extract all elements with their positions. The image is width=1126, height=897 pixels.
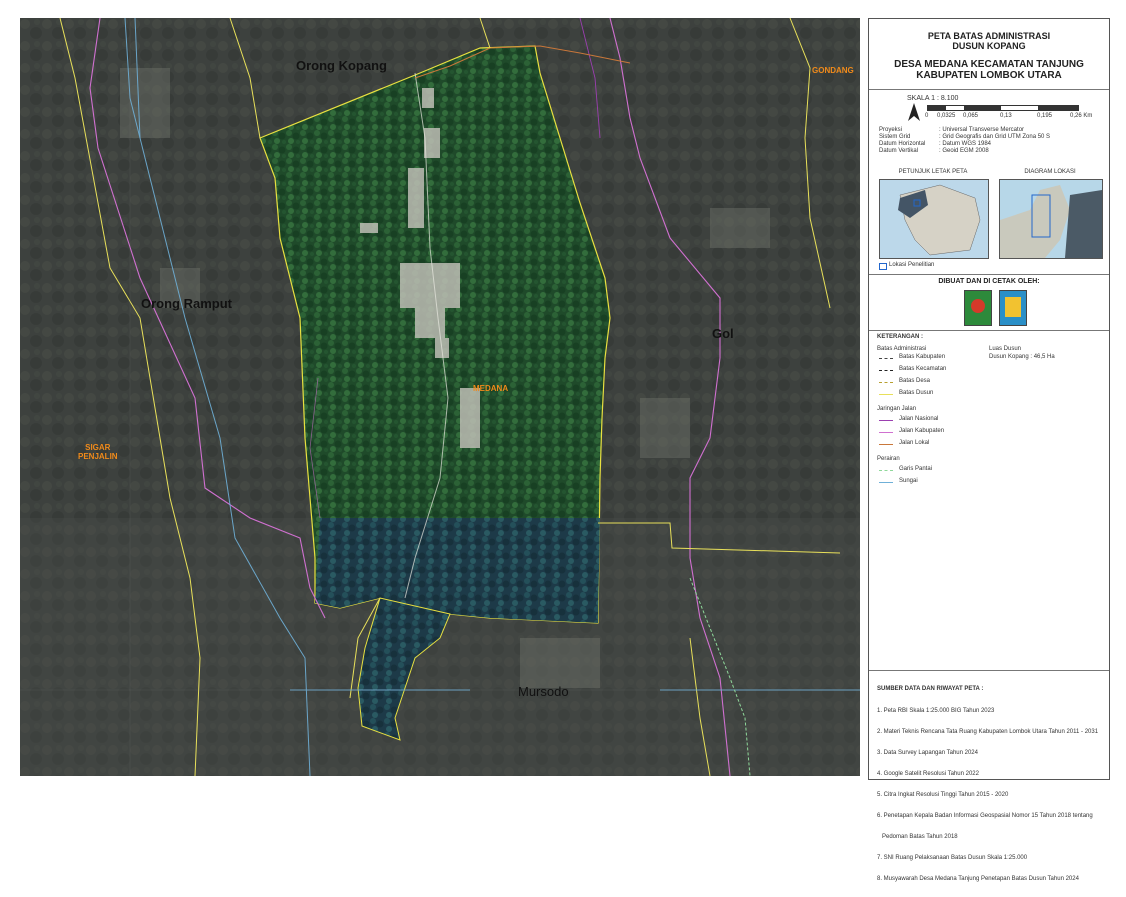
scale-block: SKALA 1 : 8.100 0 0,0325 0,065 0,13 0,19… bbox=[869, 89, 1109, 275]
legend-road-header: Jaringan Jalan bbox=[877, 406, 917, 412]
legend-area-header: Luas Dusun bbox=[989, 346, 1022, 352]
legend-water-header: Perairan bbox=[877, 456, 900, 462]
kabupaten-logo-icon bbox=[964, 290, 992, 326]
label-orong-ramput: Orong Ramput bbox=[141, 296, 232, 311]
credits-block: DIBUAT DAN DI CETAK OLEH: bbox=[869, 274, 1109, 331]
legend-admin-header: Batas Administrasi bbox=[877, 346, 927, 352]
inset-map-left bbox=[879, 179, 989, 259]
scale-ticks: 0 0,0325 0,065 0,13 0,195 0,26 Km bbox=[925, 113, 1093, 119]
projection-info: Proyeksi: Universal Transverse Mercator … bbox=[879, 127, 1051, 154]
label-sigar-penjalin: SIGAR PENJALIN bbox=[78, 443, 118, 461]
inset-map-right bbox=[999, 179, 1103, 259]
map-subtitle-line2: KABUPATEN LOMBOK UTARA bbox=[916, 70, 1062, 81]
inset-legend-swatch bbox=[879, 263, 887, 270]
label-orong-kopang: Orong Kopang bbox=[296, 58, 387, 73]
label-medana: MEDANA bbox=[473, 384, 509, 393]
scale-bar bbox=[927, 105, 1079, 111]
made-by-label: DIBUAT DAN DI CETAK OLEH: bbox=[938, 278, 1040, 285]
scale-text: SKALA 1 : 8.100 bbox=[907, 95, 959, 102]
institution-logo-icon bbox=[999, 290, 1027, 326]
map-subtitle-line1: DESA MEDANA KECAMATAN TANJUNG bbox=[894, 59, 1084, 70]
sources-block: SUMBER DATA DAN RIWAYAT PETA : 1. Peta R… bbox=[869, 670, 1109, 882]
north-arrow-icon bbox=[908, 103, 920, 121]
map-area[interactable]: Orong Kopang Orong Ramput Gol Mursodo ME… bbox=[20, 18, 860, 776]
title-block: PETA BATAS ADMINISTRASI DUSUN KOPANG DES… bbox=[869, 19, 1109, 90]
sources-list: 1. Peta RBI Skala 1:25.000 BIG Tahun 202… bbox=[877, 708, 1099, 882]
sources-title: SUMBER DATA DAN RIWAYAT PETA : bbox=[877, 686, 984, 692]
label-gondang: GONDANG bbox=[812, 66, 854, 75]
inset-legend-label: Lokasi Penelitian bbox=[889, 262, 935, 268]
legend-block: KETERANGAN : Batas Administrasi Luas Dus… bbox=[869, 330, 1109, 671]
map-title-line1: PETA BATAS ADMINISTRASI bbox=[927, 31, 1051, 41]
legend-title: KETERANGAN : bbox=[877, 334, 923, 340]
inset-left-title: PETUNJUK LETAK PETA bbox=[898, 169, 968, 175]
map-title-line2: DUSUN KOPANG bbox=[952, 41, 1026, 51]
satellite-map bbox=[20, 18, 860, 776]
legend-area-value: Dusun Kopang : 46,5 Ha bbox=[989, 354, 1055, 360]
inset-right-title: DIAGRAM LOKASI bbox=[1024, 169, 1076, 175]
label-gol: Gol bbox=[712, 326, 734, 341]
label-mursodo: Mursodo bbox=[518, 684, 569, 699]
map-info-panel: PETA BATAS ADMINISTRASI DUSUN KOPANG DES… bbox=[868, 18, 1110, 882]
